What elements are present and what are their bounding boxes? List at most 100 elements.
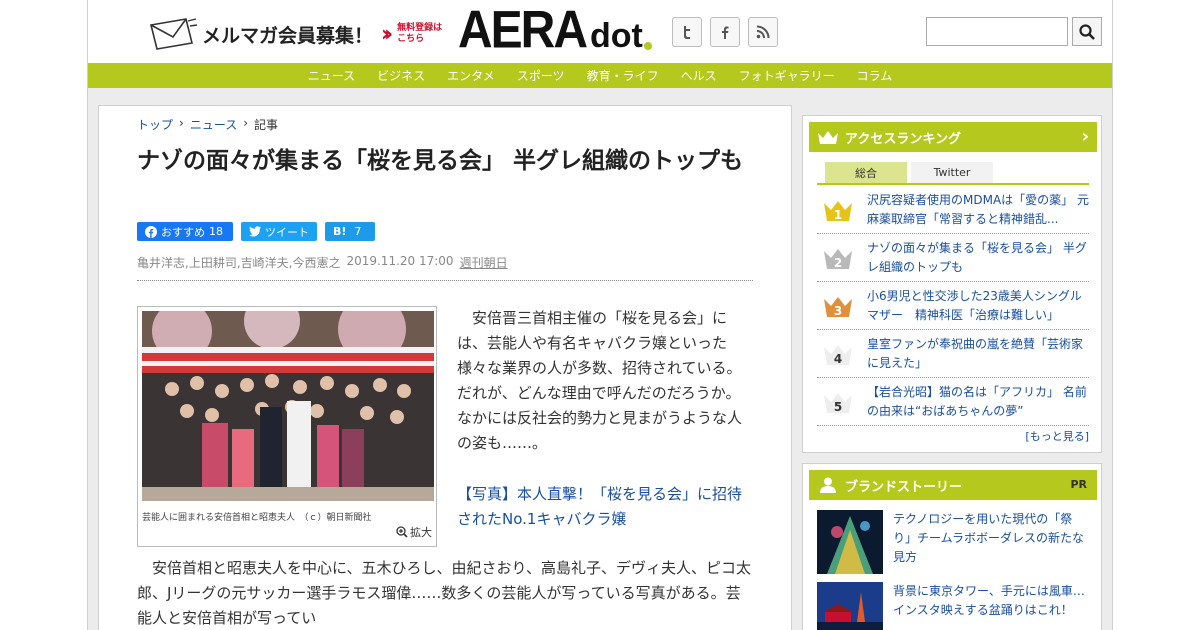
chevron-right-icon: › [179, 116, 184, 130]
facebook-button[interactable] [710, 17, 740, 47]
rss-icon [756, 25, 770, 39]
article-authors: 亀井洋志,上田耕司,吉崎洋夫,今西憲之 [137, 256, 341, 270]
breadcrumb-home[interactable]: トップ [137, 116, 173, 133]
site-container: メルマガ会員募集！ ›› 無料登録はこちら AERA dot ニュース ビジネス… [87, 0, 1113, 630]
nav-item-health[interactable]: ヘルス [681, 67, 717, 84]
tabs-underline [817, 183, 1089, 185]
rank-crown-plain-icon: 4 [823, 342, 853, 366]
site-header: メルマガ会員募集！ ›› 無料登録はこちら AERA dot [88, 0, 1112, 63]
hatena-bookmark-button[interactable]: B! 7 [325, 222, 375, 241]
brand-story-text: 背景に東京タワー、手元には風車…インスタ映えする盆踊りはこれ！ [893, 584, 1085, 617]
mailmag-label: メルマガ会員募集！ [202, 24, 374, 47]
tweet-button[interactable]: ツイート [241, 222, 317, 241]
photo-article-link[interactable]: 【写真】本人直撃！「桜を見る会」に招待されたNo.1キャバクラ嬢 [457, 482, 755, 532]
nav-item-business[interactable]: ビジネス [377, 67, 425, 84]
facebook-recommend-count: 18 [209, 225, 223, 238]
brand-story-header: ブランドストーリー PR [809, 470, 1097, 500]
share-buttons: おすすめ 18 ツイート B! 7 [137, 222, 375, 241]
magazine-link[interactable]: 週刊朝日 [460, 254, 508, 271]
mailmag-banner[interactable]: メルマガ会員募集！ ›› 無料登録はこちら [148, 17, 449, 51]
article-panel: トップ › ニュース › 記事 ナゾの面々が集まる「桜を見る会」 半グレ組織のト… [98, 105, 792, 630]
byline-divider [137, 280, 753, 281]
hatena-bookmark-icon: B! [333, 225, 347, 238]
article-photo-box[interactable]: 芸能人に囲まれる安倍首相と昭恵夫人 （ｃ）朝日新聞社 拡大 [137, 306, 437, 547]
rank-crown-gold-icon: 1 [823, 198, 853, 222]
twitter-button[interactable] [672, 17, 702, 47]
brand-story-title: ブランドストーリー [845, 479, 963, 495]
ranking-item[interactable]: 4 皇室ファンが奉祝曲の嵐を絶賛「芸術家に見えた」 [817, 330, 1089, 378]
article-title: ナゾの面々が集まる「桜を見る会」 半グレ組織のトップも [137, 148, 744, 174]
ranking-title: アクセスランキング [845, 131, 961, 147]
logo-main-text: AERA [458, 1, 588, 60]
rss-button[interactable] [748, 17, 778, 47]
rank-crown-plain-icon: 5 [823, 390, 853, 414]
brand-story-panel: ブランドストーリー PR テクノロジーを用いた現代の「祭り」チームラボボーダレス… [802, 463, 1102, 630]
hatena-bookmark-count: 7 [354, 225, 362, 238]
brand-story-thumbnail [817, 582, 883, 630]
facebook-icon [145, 225, 157, 238]
search-icon [1079, 23, 1095, 40]
nav-item-news[interactable]: ニュース [308, 67, 355, 84]
breadcrumb-section[interactable]: ニュース [190, 116, 237, 133]
zoom-button[interactable]: 拡大 [396, 524, 432, 540]
ranking-item[interactable]: 2 ナゾの面々が集まる「桜を見る会」 半グレ組織のトップも [817, 234, 1089, 282]
logo-dot-mark [643, 42, 652, 50]
logo-sub-text: dot [590, 17, 643, 55]
ranking-list: 1 沢尻容疑者使用のMDMAは「愛の薬」 元麻薬取締官「常習すると精神錯乱...… [817, 186, 1089, 426]
ranking-item-title: 小6男児と性交渉した23歳美人シングルマザー 精神科医「治療は難しい」 [867, 288, 1082, 322]
facebook-recommend-button[interactable]: おすすめ 18 [137, 222, 233, 241]
ranking-item-title: 【岩合光昭】猫の名は「アフリカ」 名前の由来は“おばあちゃんの夢” [867, 384, 1087, 418]
ranking-item-title: 皇室ファンが奉祝曲の嵐を絶賛「芸術家に見えた」 [867, 336, 1084, 370]
more-ranking-link[interactable]: [もっと見る] [1025, 428, 1089, 444]
ranking-item[interactable]: 1 沢尻容疑者使用のMDMAは「愛の薬」 元麻薬取締官「常習すると精神錯乱... [817, 186, 1089, 234]
twitter-bird-icon [249, 226, 261, 237]
search-input[interactable] [926, 17, 1068, 46]
brand-story-item[interactable]: テクノロジーを用いた現代の「祭り」チームラボボーダレスの新たな見方 [817, 510, 1089, 576]
search-button[interactable] [1072, 17, 1102, 46]
tab-twitter[interactable]: Twitter [911, 162, 993, 183]
free-registration-label: 無料登録はこちら [397, 23, 443, 44]
brand-story-thumbnail [817, 510, 883, 574]
chevron-right-icon: › [1081, 126, 1089, 147]
article-byline: 亀井洋志,上田耕司,吉崎洋夫,今西憲之 2019.11.20 17:00 週刊朝… [137, 254, 508, 271]
envelope-icon [150, 18, 198, 50]
site-logo[interactable]: AERA dot [458, 1, 652, 60]
facebook-icon [722, 26, 729, 39]
rank-crown-bronze-icon: 3 [823, 294, 853, 318]
twitter-icon [684, 26, 690, 39]
ranking-header[interactable]: アクセスランキング › [809, 122, 1097, 152]
chevron-right-icon: › [243, 116, 249, 130]
breadcrumb-current: 記事 [254, 118, 279, 132]
nav-item-column[interactable]: コラム [857, 67, 893, 84]
main-nav: ニュース ビジネス エンタメ スポーツ 教育・ライフ ヘルス フォトギャラリー … [88, 63, 1112, 88]
chevron-right-icon: ›› [381, 21, 393, 47]
article-body: 安倍首相と昭恵夫人を中心に、五木ひろし、由紀さおり、高島礼子、デヴィ夫人、ピコ太… [137, 559, 751, 627]
nav-item-entertainment[interactable]: エンタメ [447, 67, 495, 84]
social-links [672, 17, 778, 47]
tab-overall[interactable]: 総合 [825, 162, 907, 183]
crown-icon [818, 131, 838, 144]
nav-item-sports[interactable]: スポーツ [517, 67, 565, 84]
tweet-label: ツイート [265, 225, 309, 239]
facebook-recommend-label: おすすめ [161, 225, 205, 239]
zoom-label: 拡大 [410, 526, 432, 539]
brand-story-text: テクノロジーを用いた現代の「祭り」チームラボボーダレスの新たな見方 [893, 512, 1085, 564]
breadcrumb: トップ › ニュース › 記事 [137, 116, 278, 133]
rank-crown-silver-icon: 2 [823, 246, 853, 270]
ranking-item[interactable]: 5 【岩合光昭】猫の名は「アフリカ」 名前の由来は“おばあちゃんの夢” [817, 378, 1089, 426]
ranking-item-title: ナゾの面々が集まる「桜を見る会」 半グレ組織のトップも [867, 240, 1087, 274]
pr-badge: PR [1070, 478, 1087, 491]
nav-item-photo-gallery[interactable]: フォトギャラリー [739, 67, 835, 84]
nav-item-education-life[interactable]: 教育・ライフ [587, 67, 659, 84]
access-ranking-panel: アクセスランキング › 総合 Twitter 1 沢尻容疑者使用のMDMAは「愛… [802, 115, 1102, 453]
zoom-in-icon [396, 526, 408, 538]
brand-story-item[interactable]: 背景に東京タワー、手元には風車…インスタ映えする盆踊りはこれ！ [817, 582, 1089, 630]
article-date: 2019.11.20 17:00 [346, 254, 454, 268]
person-icon [820, 477, 836, 493]
article-photo[interactable] [142, 311, 434, 501]
ranking-tabs: 総合 Twitter [825, 162, 993, 183]
ranking-item-title: 沢尻容疑者使用のMDMAは「愛の薬」 元麻薬取締官「常習すると精神錯乱... [867, 192, 1089, 226]
ranking-item[interactable]: 3 小6男児と性交渉した23歳美人シングルマザー 精神科医「治療は難しい」 [817, 282, 1089, 330]
photo-crowd-image [142, 311, 434, 501]
article-lead: 安倍晋三首相主催の「桜を見る会」には、芸能人や有名キャバクラ嬢といった様々な業界… [457, 309, 743, 452]
